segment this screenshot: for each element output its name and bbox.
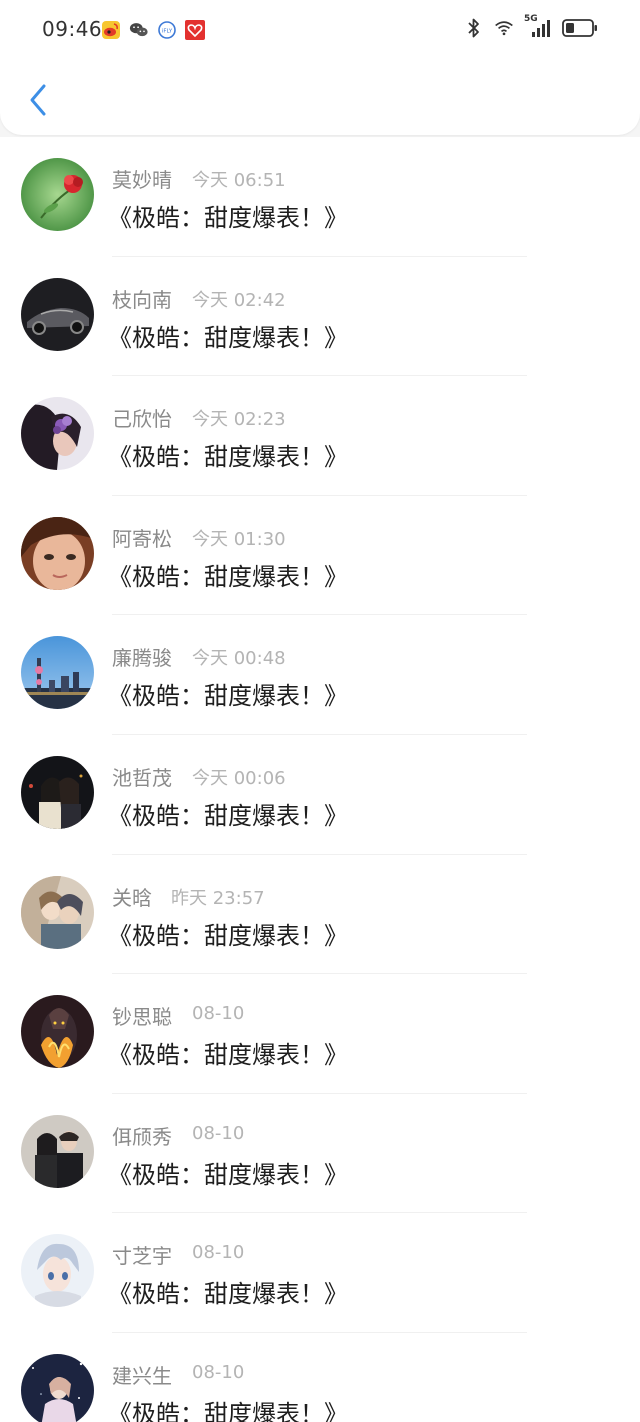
avatar[interactable] xyxy=(21,1114,94,1188)
message-row[interactable]: 己欣怡 今天 02:23 《极皓：甜度爆表！》 xyxy=(0,376,640,496)
network-label: 5G xyxy=(524,14,538,24)
svg-text:iFLY: iFLY xyxy=(162,29,173,35)
avatar[interactable] xyxy=(21,995,94,1069)
status-time: 09:46 xyxy=(42,17,103,41)
sender-name: 枝向南 xyxy=(112,287,172,312)
sender-name: 阿寄松 xyxy=(112,526,172,551)
sender-name: 池哲茂 xyxy=(112,765,172,790)
message-text: 《极皓：甜度爆表！》 xyxy=(108,562,348,591)
back-button[interactable] xyxy=(18,80,58,120)
avatar[interactable] xyxy=(21,516,94,590)
message-time: 昨天 23:57 xyxy=(171,887,265,909)
message-row[interactable]: 莫妙晴 今天 06:51 《极皓：甜度爆表！》 xyxy=(0,137,640,257)
message-time: 今天 02:23 xyxy=(192,409,286,431)
weibo-icon xyxy=(101,20,121,40)
avatar[interactable] xyxy=(21,158,94,231)
message-text: 《极皓：甜度爆表！》 xyxy=(108,1160,348,1189)
iflytek-icon: iFLY xyxy=(157,20,177,40)
avatar[interactable] xyxy=(21,277,94,351)
message-time: 今天 06:51 xyxy=(192,170,286,191)
message-time: 08-10 xyxy=(192,1122,245,1144)
5g-signal-icon: 5G xyxy=(524,14,552,38)
message-time: 08-10 xyxy=(192,1242,245,1264)
sender-name: 钞思聪 xyxy=(112,1005,172,1030)
message-time: 08-10 xyxy=(192,1003,245,1025)
message-text: 《极皓：甜度爆表！》 xyxy=(108,1399,348,1422)
message-time: 今天 00:48 xyxy=(192,648,286,670)
sender-name: 关晗 xyxy=(112,885,152,910)
message-row[interactable]: 钞思聪 08-10 《极皓：甜度爆表！》 xyxy=(0,974,640,1094)
header: 09:46 iFLY 5G xyxy=(0,0,640,135)
wechat-icon xyxy=(129,20,149,40)
red-heart-app-icon xyxy=(185,20,205,40)
wifi-icon xyxy=(494,18,514,38)
notification-icons: iFLY xyxy=(101,20,205,40)
message-text: 《极皓：甜度爆表！》 xyxy=(108,682,348,711)
avatar[interactable] xyxy=(21,875,94,949)
message-text: 《极皓：甜度爆表！》 xyxy=(108,921,348,950)
bluetooth-icon xyxy=(464,18,484,38)
sender-name: 己欣怡 xyxy=(112,407,172,432)
avatar[interactable] xyxy=(21,755,94,829)
message-row[interactable]: 建兴生 08-10 《极皓：甜度爆表！》 xyxy=(0,1333,640,1422)
message-time: 今天 01:30 xyxy=(192,528,286,550)
message-row[interactable]: 佴颀秀 08-10 《极皓：甜度爆表！》 xyxy=(0,1094,640,1214)
message-text: 《极皓：甜度爆表！》 xyxy=(108,801,348,830)
status-bar: 09:46 iFLY 5G xyxy=(0,0,640,60)
avatar[interactable] xyxy=(21,636,94,710)
avatar[interactable] xyxy=(21,1234,94,1308)
message-text: 《极皓：甜度爆表！》 xyxy=(108,1280,348,1309)
message-text: 《极皓：甜度爆表！》 xyxy=(108,323,348,352)
battery-icon xyxy=(562,18,598,38)
message-time: 今天 02:42 xyxy=(192,289,286,311)
message-list: 莫妙晴 今天 06:51 《极皓：甜度爆表！》 枝向南 今天 02:42 《极皓：甜度爆表… xyxy=(0,137,640,1422)
sender-name: 莫妙晴 xyxy=(112,168,172,192)
message-row[interactable]: 关晗 昨天 23:57 《极皓：甜度爆表！》 xyxy=(0,855,640,975)
message-time: 08-10 xyxy=(192,1361,245,1383)
sender-name: 寸芝宇 xyxy=(112,1244,172,1269)
message-text: 《极皓：甜度爆表！》 xyxy=(108,1041,348,1070)
message-time: 今天 00:06 xyxy=(192,767,286,789)
message-row[interactable]: 廉腾骏 今天 00:48 《极皓：甜度爆表！》 xyxy=(0,615,640,735)
system-icons: 5G xyxy=(464,14,598,38)
sender-name: 建兴生 xyxy=(112,1363,172,1388)
message-row[interactable]: 阿寄松 今天 01:30 《极皓：甜度爆表！》 xyxy=(0,496,640,616)
message-row[interactable]: 池哲茂 今天 00:06 《极皓：甜度爆表！》 xyxy=(0,735,640,855)
avatar[interactable] xyxy=(21,397,94,471)
message-text: 《极皓：甜度爆表！》 xyxy=(108,204,348,232)
message-row[interactable]: 枝向南 今天 02:42 《极皓：甜度爆表！》 xyxy=(0,257,640,377)
avatar[interactable] xyxy=(21,1353,94,1422)
sender-name: 佴颀秀 xyxy=(112,1124,172,1149)
message-row[interactable]: 寸芝宇 08-10 《极皓：甜度爆表！》 xyxy=(0,1213,640,1333)
sender-name: 廉腾骏 xyxy=(112,646,172,671)
message-text: 《极皓：甜度爆表！》 xyxy=(108,443,348,472)
chevron-left-icon xyxy=(30,84,46,116)
